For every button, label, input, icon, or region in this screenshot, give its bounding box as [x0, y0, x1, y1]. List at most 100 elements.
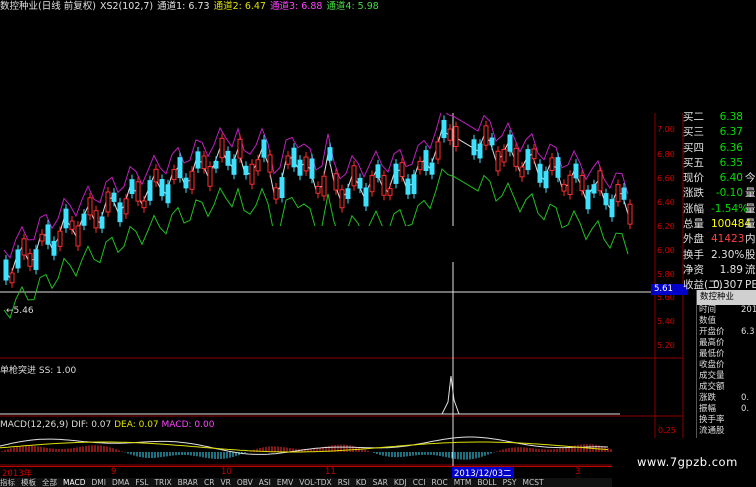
indicator-tab[interactable]: TRIX — [154, 478, 171, 487]
info-row: 最高价 — [697, 338, 756, 349]
indicator-tab[interactable]: VOL-TDX — [299, 478, 331, 487]
indicator-tab[interactable]: FSL — [135, 478, 148, 487]
candle-body — [87, 197, 93, 216]
info-row: 振幅 0. — [697, 404, 756, 415]
candle-body — [369, 175, 375, 193]
quote-label: 外盘 — [683, 233, 704, 246]
candle-body — [297, 159, 303, 176]
indicator-tab[interactable]: BOLL — [477, 478, 496, 487]
candle-body — [207, 166, 213, 187]
quote-value: 6.35 — [719, 156, 743, 169]
indicator-tab[interactable]: RSI — [338, 478, 350, 487]
candle-body — [45, 224, 51, 245]
info-label: 成交量 — [699, 371, 725, 381]
candle-body — [261, 139, 267, 158]
candle-body — [75, 225, 81, 247]
info-label: 振幅 — [699, 404, 717, 414]
candle-body — [171, 169, 177, 180]
candle-body — [405, 178, 411, 195]
candle-body — [249, 163, 255, 185]
candle-body — [489, 137, 495, 146]
info-label: 最低价 — [699, 349, 725, 359]
candle-body — [417, 160, 423, 171]
info-label: 开盘价 — [699, 327, 725, 337]
candle-body — [507, 134, 513, 152]
channel4-value: 通道4: 5.98 — [326, 1, 379, 12]
quote-value: 6.38 — [719, 111, 743, 123]
candle-body — [471, 139, 477, 156]
candle-body — [435, 141, 441, 160]
candle-body — [357, 177, 363, 189]
candle-body — [495, 150, 501, 172]
info-label: 最高价 — [699, 338, 725, 348]
indicator-tab[interactable]: BRAR — [178, 478, 198, 487]
info-popup-title[interactable]: 数控种业 — [697, 290, 756, 305]
candle-body — [441, 119, 447, 139]
candle-body — [375, 164, 381, 178]
indicator-tab[interactable]: SAR — [373, 478, 388, 487]
indicator-tab[interactable]: MTM — [454, 478, 472, 487]
macd-legend: MACD(12,26,9) DIF: 0.07 DEA: 0.07 MACD: … — [0, 420, 214, 430]
quote-row: 总量 100484量 — [683, 217, 756, 232]
indicator-tab[interactable]: KDJ — [394, 478, 407, 487]
info-label: 换手率 — [699, 415, 725, 425]
candle-body — [213, 160, 219, 169]
candle-body — [603, 193, 609, 206]
quote-label: 买五 — [683, 156, 704, 169]
indicator-tab[interactable]: ROC — [431, 478, 447, 487]
candle-body — [141, 200, 147, 209]
indicator-tab[interactable]: DMA — [112, 478, 129, 487]
ss-indicator-line — [0, 375, 620, 415]
candle-body — [627, 203, 633, 225]
indicator-tab[interactable]: KD — [356, 478, 367, 487]
candle-body — [609, 199, 615, 218]
indicator-tab[interactable]: CCI — [413, 478, 426, 487]
candle-body — [597, 170, 603, 192]
candle-body — [255, 159, 261, 172]
candle-body — [555, 157, 561, 178]
indicator-tab[interactable]: MCST — [522, 478, 543, 487]
ss-indicator-label: 单枪突进 SS: 1.00 — [0, 366, 77, 376]
date-label-9: 9 — [111, 467, 117, 477]
indicator-tab[interactable]: ASI — [259, 478, 271, 487]
quote-label: 涨幅 — [683, 202, 704, 215]
candle-body — [315, 185, 321, 194]
info-row: 开盘价 6.3 — [697, 327, 756, 338]
candle-body — [225, 150, 231, 166]
candle-body — [621, 187, 627, 200]
redacted-overlay — [244, 226, 512, 262]
info-label: 数值 — [699, 316, 717, 326]
info-row: 数值 — [697, 316, 756, 327]
candle-body — [189, 170, 195, 190]
indicator-tab[interactable]: DMI — [91, 478, 105, 487]
date-label-11: 11 — [325, 467, 336, 477]
info-row: 收盘价 — [697, 360, 756, 371]
info-popup[interactable]: 数控种业 时间2013数值开盘价6.3最高价最低价收盘价成交量成交额涨跌0.振幅… — [696, 290, 756, 440]
indicator-name: XS2(102,7) — [99, 1, 154, 12]
indicator-tab[interactable]: PSY — [503, 478, 517, 487]
candle-body — [27, 253, 33, 267]
candle-body — [243, 165, 249, 176]
indicator-tab[interactable]: 全部 — [42, 478, 57, 487]
candle-body — [429, 162, 435, 175]
indicator-tab[interactable]: OBV — [237, 478, 253, 487]
quote-row: 买三 6.37 — [683, 125, 756, 140]
indicator-tab[interactable]: MACD — [63, 478, 85, 487]
indicator-tab[interactable]: VR — [220, 478, 230, 487]
candle-body — [93, 210, 99, 229]
quote-value: 2.30% — [711, 248, 745, 261]
candle-body — [513, 147, 519, 167]
indicator-tab[interactable]: 模板 — [21, 478, 36, 487]
candle-body — [9, 272, 15, 284]
indicator-tab[interactable]: 指标 — [0, 478, 15, 487]
price-axis-label: 6.60 — [657, 174, 675, 183]
quote-suffix: 流 — [745, 263, 756, 276]
indicator-tab[interactable]: CR — [204, 478, 214, 487]
low-price-value: 5.46 — [13, 306, 34, 316]
indicator-tab[interactable]: EMV — [277, 478, 293, 487]
candle-body — [273, 187, 279, 200]
candle-body — [591, 184, 597, 194]
candle-body — [267, 154, 273, 173]
quote-label: 总量 — [683, 218, 704, 231]
date-label-3: 3 — [575, 467, 581, 477]
